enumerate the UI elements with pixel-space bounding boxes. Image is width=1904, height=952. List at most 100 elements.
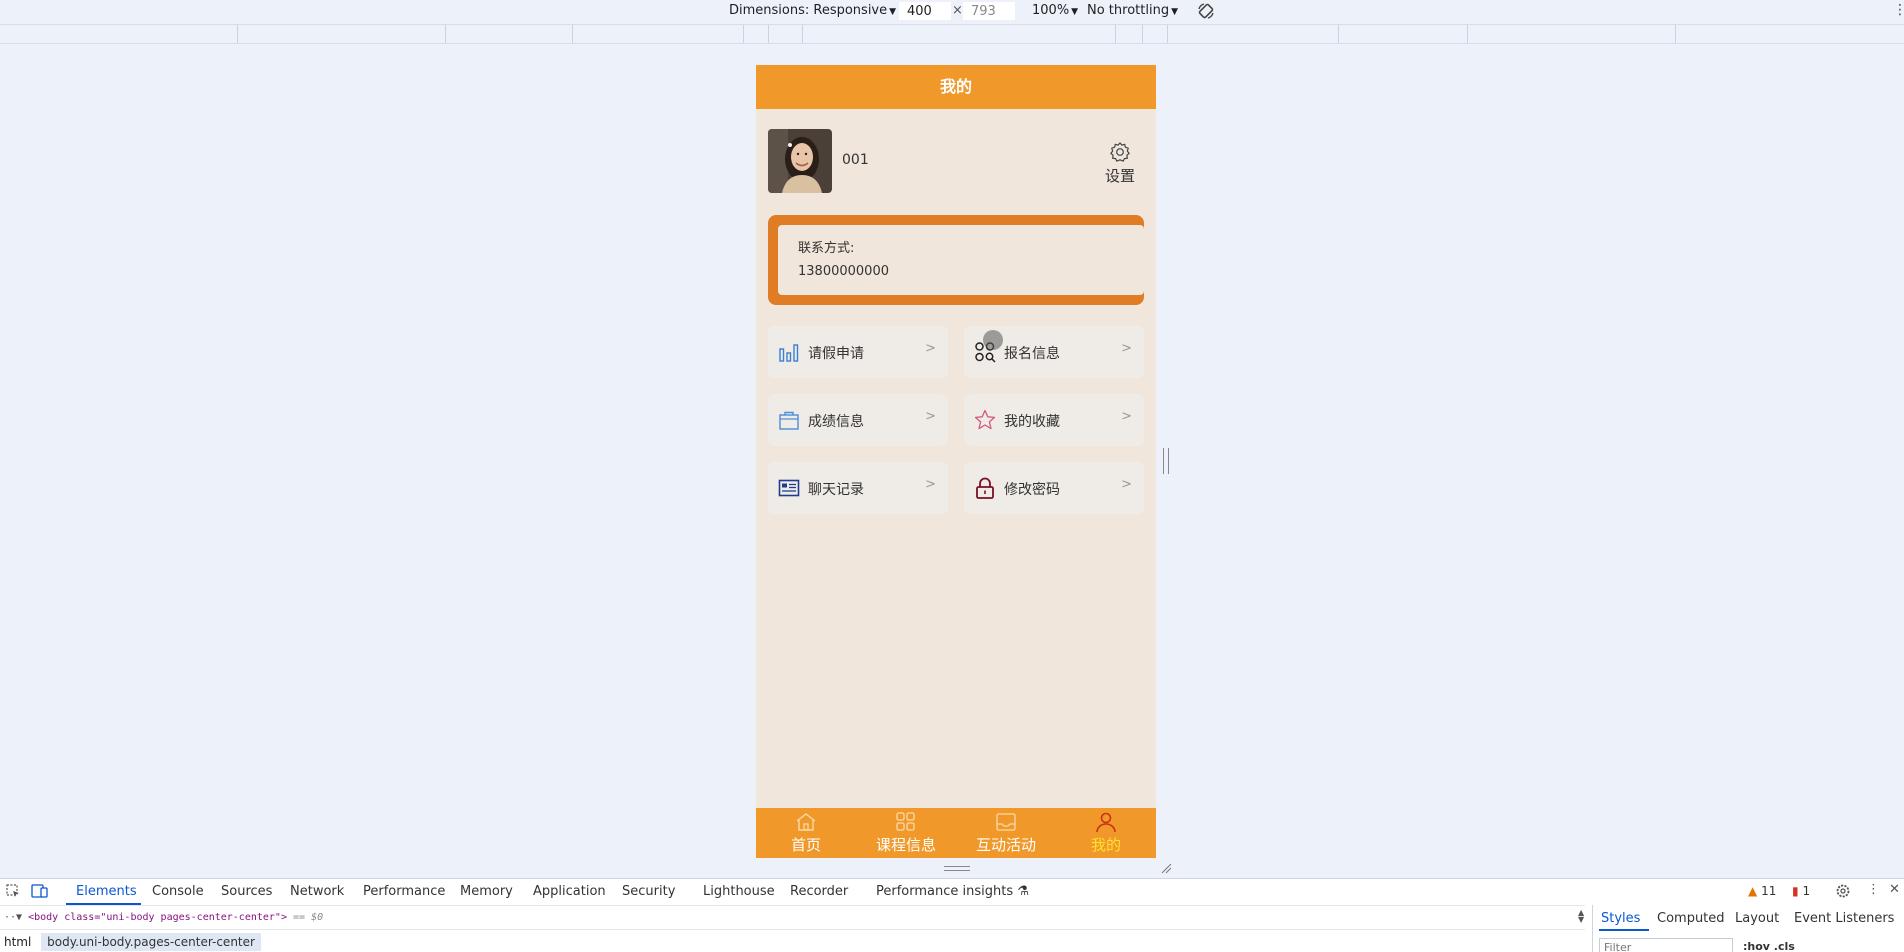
styles-filter-input[interactable] [1599, 938, 1733, 952]
tab-memory[interactable]: Memory [460, 884, 513, 899]
touch-cursor [983, 330, 1003, 350]
menu-item-grades[interactable]: 成绩信息 > [768, 394, 948, 446]
devtools-tab-strip: Elements Console Sources Network Perform… [0, 879, 1904, 905]
times-separator: × [952, 3, 963, 18]
username: 001 [842, 152, 869, 168]
tab-elements[interactable]: Elements [76, 884, 137, 899]
menu-item-label: 请假申请 [808, 346, 864, 362]
chevron-right-icon: > [1121, 477, 1132, 492]
device-viewport: 我的 001 设置 联系方式: 13800000000 请假申请 > 报名信息 … [756, 65, 1156, 858]
contact-phone: 13800000000 [798, 264, 889, 279]
menu-item-leave-request[interactable]: 请假申请 > [768, 326, 948, 378]
chevron-right-icon: > [925, 409, 936, 424]
page-title: 我的 [756, 65, 1156, 109]
tab-network[interactable]: Network [290, 884, 344, 899]
device-toolbar-icon[interactable] [31, 883, 49, 899]
tab-security[interactable]: Security [622, 884, 675, 899]
tab-label: Performance insights [876, 884, 1014, 899]
more-options-icon[interactable]: ⋮ [1867, 882, 1880, 897]
tab-console[interactable]: Console [152, 884, 204, 899]
contact-inner: 联系方式: 13800000000 [778, 225, 1144, 295]
menu-item-label: 我的收藏 [1004, 414, 1060, 430]
tab-layout[interactable]: Layout [1735, 911, 1779, 926]
chevron-down-icon: ▼ [1071, 7, 1079, 17]
tab-interactive-activities[interactable]: 互动活动 [956, 808, 1056, 858]
dom-selected-marker: == $0 [293, 912, 324, 923]
width-input[interactable] [899, 2, 951, 20]
tab-performance-insights[interactable]: Performance insights ⚗ [876, 884, 1029, 899]
warning-icon: ▲ [1748, 884, 1758, 898]
errors-count: 1 [1802, 884, 1811, 898]
breadcrumb-html[interactable]: html [4, 935, 31, 949]
breadcrumb-body[interactable]: body.uni-body.pages-center-center [41, 933, 261, 951]
menu-item-favorites[interactable]: 我的收藏 > [964, 394, 1144, 446]
tab-sources[interactable]: Sources [221, 884, 272, 899]
tab-label: 我的 [1090, 836, 1121, 854]
error-icon: ▮ [1792, 884, 1799, 898]
hov-cls-toggles[interactable]: :hov .cls [1743, 940, 1795, 952]
tab-label: 课程信息 [875, 836, 936, 854]
tab-computed[interactable]: Computed [1657, 911, 1725, 926]
grid-icon [896, 812, 915, 831]
height-input[interactable] [963, 2, 1015, 20]
bag-icon [779, 411, 799, 430]
tab-styles[interactable]: Styles [1601, 911, 1640, 926]
menu-item-label: 聊天记录 [808, 482, 864, 498]
avatar[interactable] [768, 129, 832, 193]
dom-body-tag: <body class="uni-body pages-center-cente… [28, 912, 287, 923]
tab-performance[interactable]: Performance [363, 884, 445, 899]
chevron-right-icon: > [1121, 409, 1132, 424]
scroll-arrows-icon[interactable]: ▲ ▼ [1578, 909, 1584, 924]
chevron-right-icon: > [925, 341, 936, 356]
dom-tree-line[interactable]: ··▼ <body class="uni-body pages-center-c… [0, 905, 1585, 929]
home-icon [796, 813, 816, 831]
dimensions-label: Dimensions: Responsive [729, 3, 888, 18]
menu-item-chat-history[interactable]: 聊天记录 > [768, 462, 948, 514]
close-icon[interactable]: ✕ [1889, 882, 1900, 897]
dimensions-dropdown[interactable]: Dimensions: Responsive ▼ [729, 3, 896, 18]
profile-section: 001 设置 [756, 109, 1156, 209]
more-options-icon[interactable]: ⋮ [1893, 2, 1904, 18]
active-tab-indicator [1599, 929, 1649, 931]
breadcrumb: html body.uni-body.pages-center-center [0, 929, 1585, 952]
menu-item-label: 成绩信息 [808, 414, 864, 430]
settings-label: 设置 [1104, 167, 1135, 185]
star-icon [974, 409, 996, 430]
card-icon [778, 479, 800, 497]
styles-pane: Styles Computed Layout Event Listeners :… [1592, 905, 1904, 952]
tab-label: 首页 [790, 836, 821, 854]
tab-course-info[interactable]: 课程信息 [856, 808, 956, 858]
resize-handle-bottom[interactable] [944, 866, 970, 871]
chevron-down-icon: ▼ [1171, 7, 1178, 17]
expand-arrow-icon[interactable]: ··▼ [4, 912, 22, 923]
menu-item-change-password[interactable]: 修改密码 > [964, 462, 1144, 514]
warnings-badge[interactable]: ▲ 11 [1748, 884, 1776, 898]
user-icon [1096, 812, 1116, 833]
zoom-dropdown[interactable]: 100% ▼ [1032, 3, 1078, 18]
gear-icon[interactable] [1835, 883, 1851, 899]
contact-label: 联系方式: [798, 241, 855, 256]
inbox-icon [996, 813, 1016, 831]
tab-lighthouse[interactable]: Lighthouse [703, 884, 775, 899]
tab-event-listeners[interactable]: Event Listeners [1794, 911, 1894, 926]
rotate-icon[interactable] [1197, 2, 1215, 20]
resize-handle-right[interactable] [1163, 448, 1169, 474]
lock-icon [976, 477, 994, 499]
chevron-down-icon: ▼ [889, 7, 897, 17]
tab-mine[interactable]: 我的 [1056, 808, 1156, 858]
tab-recorder[interactable]: Recorder [790, 884, 848, 899]
warnings-count: 11 [1761, 884, 1777, 898]
chevron-right-icon: > [925, 477, 936, 492]
inspect-element-icon[interactable] [5, 883, 21, 899]
tab-application[interactable]: Application [533, 884, 606, 899]
flask-icon: ⚗ [1017, 884, 1029, 899]
gear-icon [1110, 142, 1130, 162]
tab-home[interactable]: 首页 [756, 808, 856, 858]
menu-item-label: 修改密码 [1004, 482, 1060, 498]
tab-label: 互动活动 [975, 836, 1036, 854]
tab-bar: 首页 课程信息 互动活动 我的 [756, 808, 1156, 858]
settings-button[interactable]: 设置 [1100, 141, 1140, 186]
throttling-dropdown[interactable]: No throttling ▼ [1087, 3, 1178, 18]
resize-corner-icon[interactable] [1160, 862, 1172, 874]
errors-badge[interactable]: ▮ 1 [1792, 884, 1810, 898]
